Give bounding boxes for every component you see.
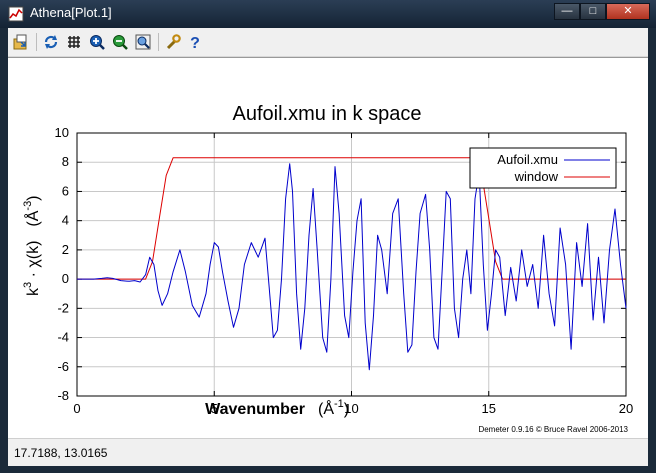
legend: Aufoil.xmu window (469, 147, 617, 189)
status-bar: 17.7188, 13.0165 (8, 438, 648, 466)
title-bar[interactable]: Athena[Plot.1] — □ ✕ (0, 0, 656, 28)
y-tick-label: 2 (62, 242, 69, 257)
zoom-in-icon[interactable] (88, 33, 106, 51)
x-axis-unit-base: (Å (318, 399, 334, 418)
y-axis-unit-exp: -3 (22, 201, 34, 211)
chart-title: Aufoil.xmu in k space (233, 103, 422, 125)
y-tick-label: 4 (62, 213, 69, 228)
y-axis-label-rest: · χ(k) (25, 241, 42, 282)
toolbar: ? (8, 28, 648, 57)
client-area: ? Aufoil.xmu in k space 0 5 10 15 20 -8 -6 -4 -2… (8, 28, 648, 466)
zoom-fit-icon[interactable] (134, 33, 152, 51)
svg-text:?: ? (190, 35, 200, 51)
toolbar-separator (158, 33, 159, 51)
cursor-coordinates: 17.7188, 13.0165 (14, 446, 108, 460)
y-tick-label: -6 (57, 359, 69, 374)
x-tick-label: 20 (619, 401, 633, 416)
minimize-button[interactable]: — (554, 3, 580, 20)
app-icon (8, 6, 24, 22)
maximize-button[interactable]: □ (580, 3, 606, 20)
caption-buttons: — □ ✕ (554, 3, 650, 21)
x-axis-unit: (Å-1) (318, 398, 349, 418)
toolbar-separator (36, 33, 37, 51)
svg-text:k3 · χ(k)(Å-3): k3 · χ(k)(Å-3) (22, 195, 42, 296)
y-tick-label: 0 (62, 271, 69, 286)
x-tick-label: 0 (73, 401, 80, 416)
plot-area[interactable]: Aufoil.xmu in k space 0 5 10 15 20 -8 -6 -4 -2 0 2… (8, 57, 648, 438)
legend-label-aufoil: Aufoil.xmu (497, 152, 558, 167)
settings-icon[interactable] (164, 33, 182, 51)
x-axis-unit-exp: -1 (334, 398, 344, 410)
x-axis-label: Wavenumber (205, 401, 305, 418)
chart[interactable]: Aufoil.xmu in k space 0 5 10 15 20-8-6-4-202… (8, 58, 648, 438)
y-tick-label: -4 (57, 330, 69, 345)
footer-credit: Demeter 0.9.16 © Bruce Ravel 2006-2013 (478, 425, 628, 434)
export-icon[interactable] (12, 33, 30, 51)
app-window: Athena[Plot.1] — □ ✕ ? Aufoil.xmu in k s… (0, 0, 656, 473)
refresh-icon[interactable] (42, 33, 60, 51)
zoom-out-icon[interactable] (111, 33, 129, 51)
y-tick-label: 8 (62, 154, 69, 169)
y-tick-label: 6 (62, 183, 69, 198)
x-tick-label: 15 (482, 401, 496, 416)
y-axis-unit-base: (Å (23, 210, 42, 226)
y-tick-label: -8 (57, 388, 69, 403)
help-icon[interactable]: ? (186, 33, 204, 51)
y-tick-label: -2 (57, 300, 69, 315)
window-title: Athena[Plot.1] (30, 5, 112, 20)
y-tick-label: 10 (55, 125, 69, 140)
close-button[interactable]: ✕ (606, 3, 650, 20)
grid-icon[interactable] (65, 33, 83, 51)
legend-label-window: window (514, 169, 559, 184)
y-axis-label: k3 · χ(k)(Å-3) (22, 195, 42, 296)
